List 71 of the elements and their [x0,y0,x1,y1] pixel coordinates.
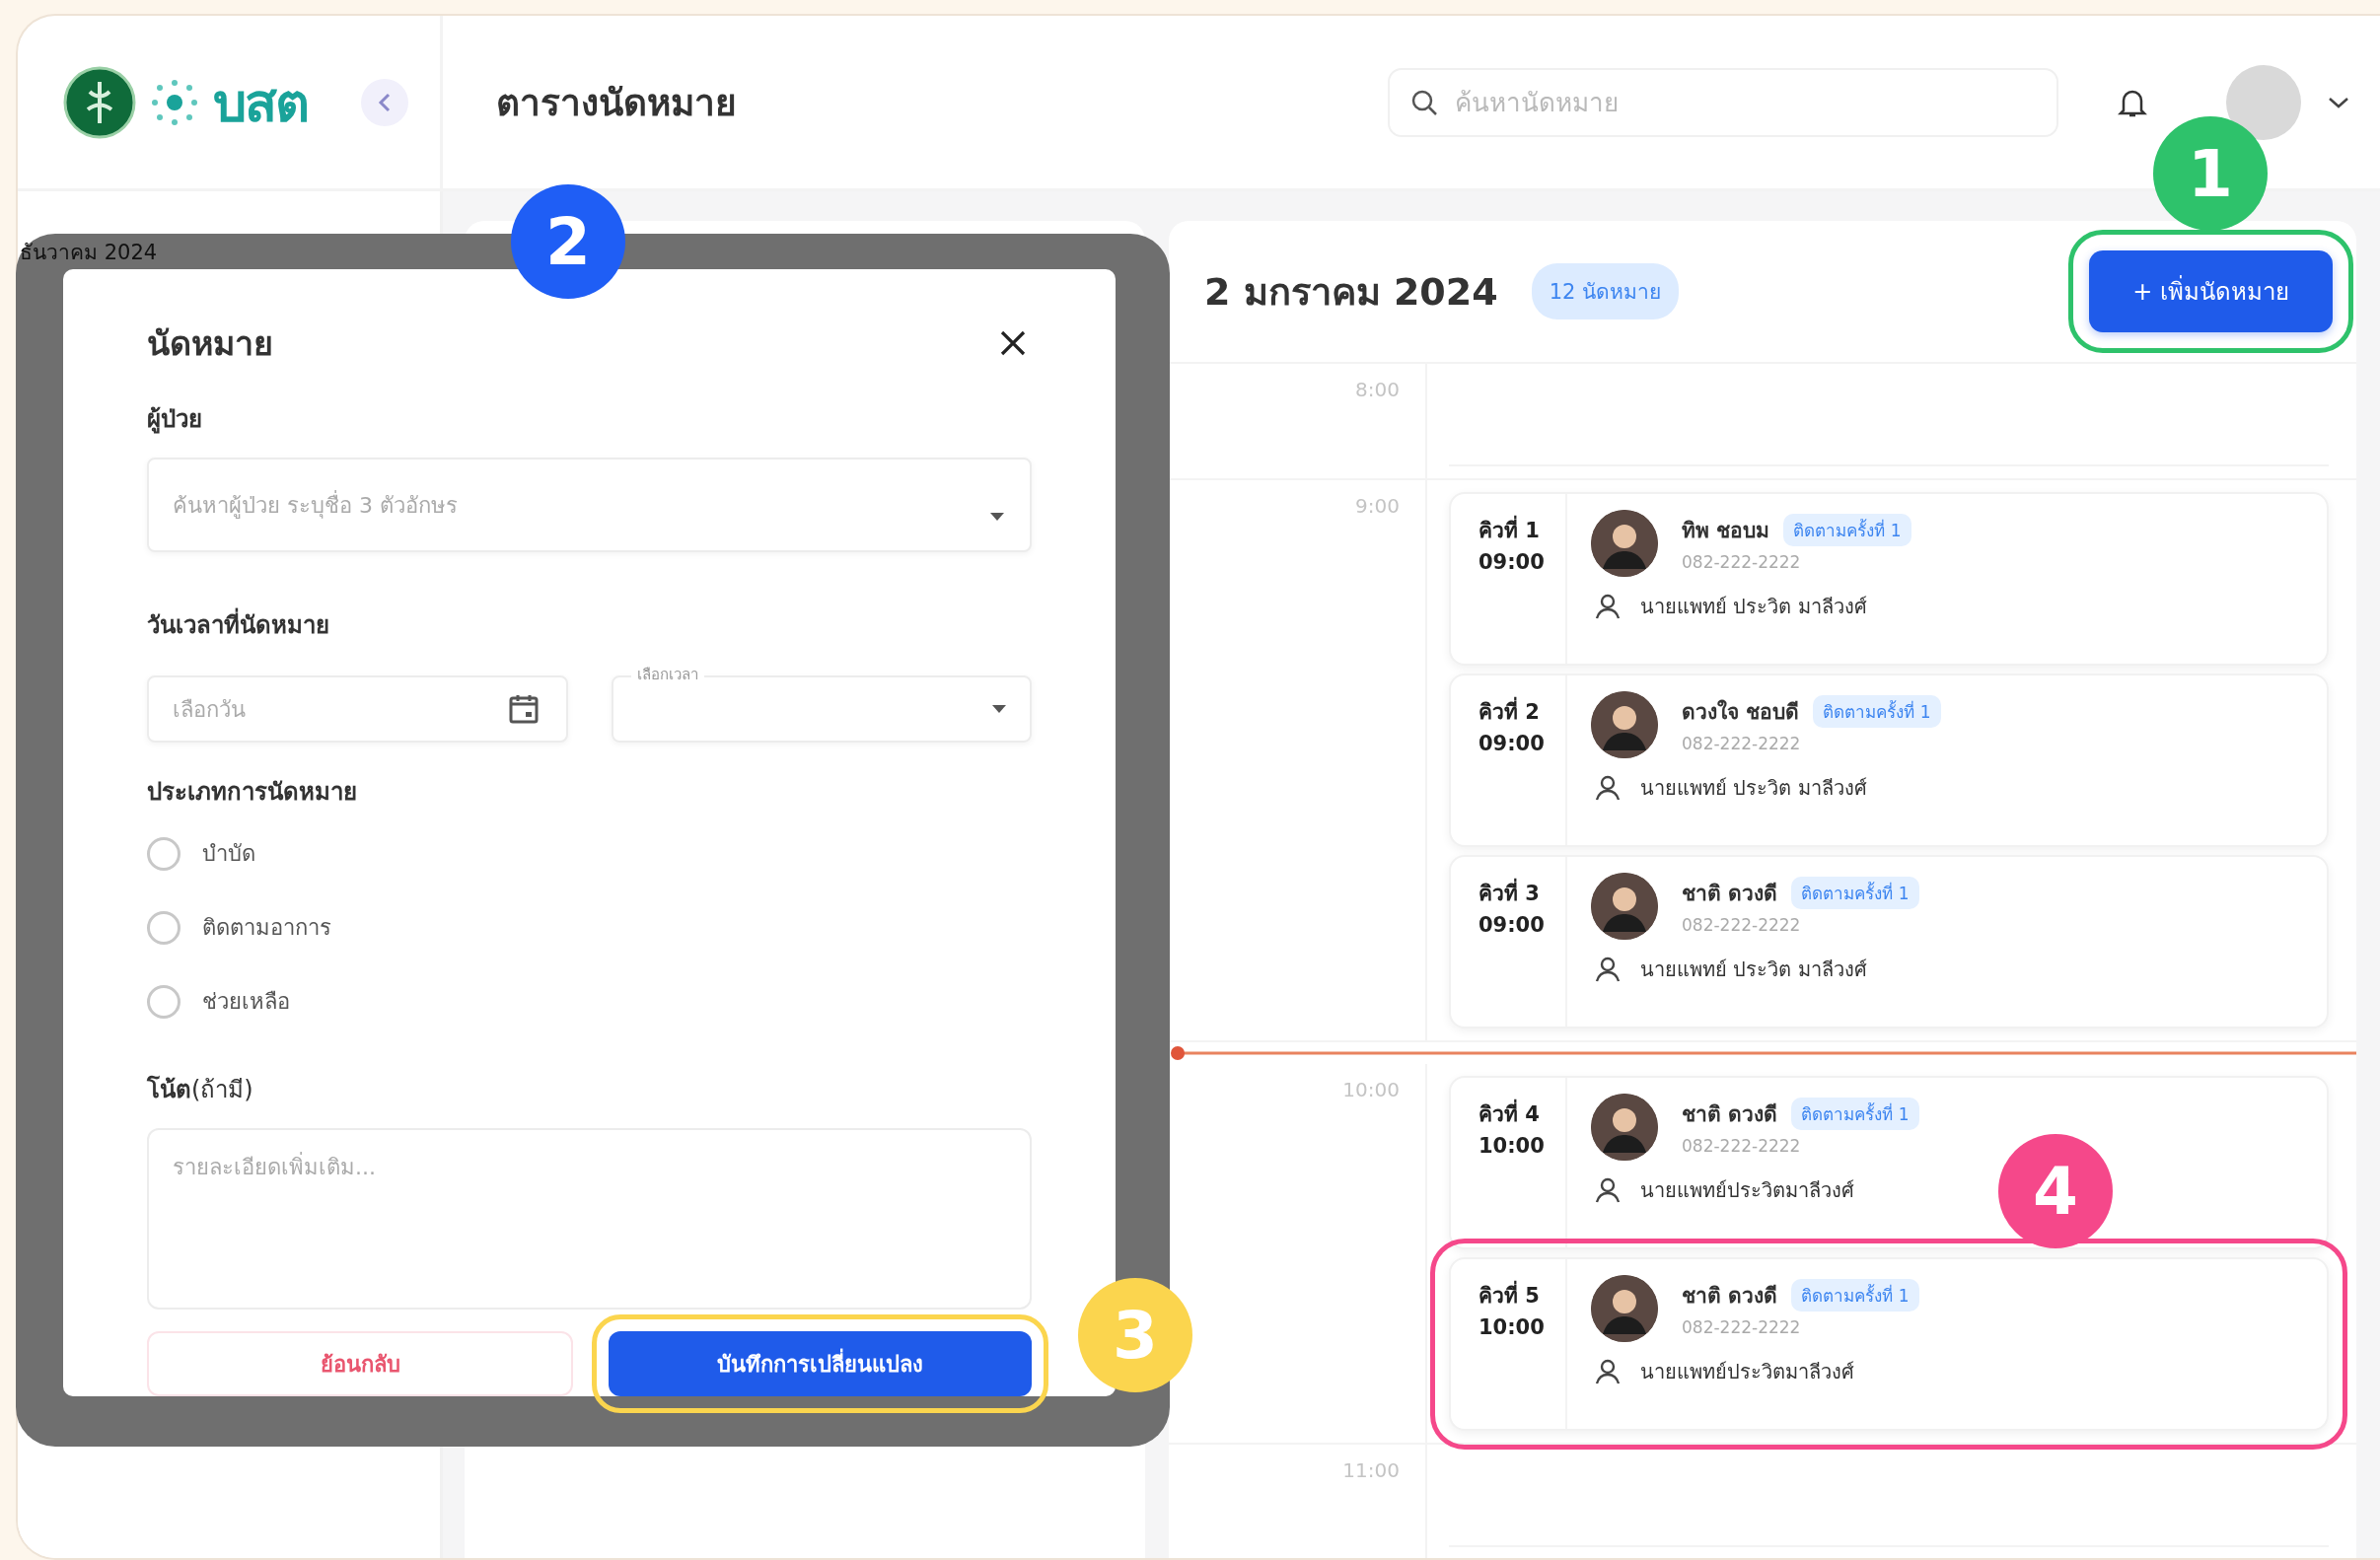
visit-tag: ติดตามครั้งที่ 1 [1783,514,1911,546]
appointment-card[interactable]: คิวที่ 2 09:00 ดวงใจ ชอบดี ติดตามครั้งที่ 1 082-222-2222 นายแพทย์ ประวิต มาลีวงศ์ [1449,674,2329,847]
queue-time: 10:00 [1478,1313,1545,1341]
note-field[interactable]: รายละเอียดเพิ่มเติม... [147,1128,1032,1310]
patient-name: ดวงใจ ชอบดี [1682,698,1800,726]
queue-number: คิวที่ 1 [1478,516,1540,547]
phone-number: 082-222-2222 [1682,1317,1802,1337]
time-label: 10:00 [1342,1078,1400,1101]
visit-tag: ติดตามครั้งที่ 1 [1813,695,1941,728]
person-icon [1595,593,1621,620]
queue-number: คิวที่ 4 [1478,1099,1540,1131]
person-icon [1595,774,1621,802]
queue-number: คิวที่ 3 [1478,879,1540,910]
visit-tag: ติดตามครั้งที่ 1 [1791,1279,1919,1312]
appointment-card[interactable]: คิวที่ 1 09:00 ทิพ ชอบม ติดตามครั้งที่ 1 082-222-2222 นายแพทย์ ประวิต มาลีวงศ์ [1449,492,2329,666]
time-label: 9:00 [1355,494,1400,518]
patient-name: ชาติ ดวงดี [1682,881,1778,907]
date-heading: 2 มกราคม 2024 [1204,269,1498,316]
queue-time: 09:00 [1478,911,1545,939]
dots-logo-icon [150,77,199,127]
close-icon [998,328,1028,358]
field-label: โน้ต(ถ้ามี) [147,1074,254,1105]
date-field[interactable]: เลือกวัน [147,675,568,743]
dialog-title: นัดหมาย [147,322,273,365]
queue-time: 09:00 [1478,730,1545,757]
avatar-silhouette-icon [1591,691,1658,758]
patient-select[interactable]: ค้นหาผู้ป่วย ระบุชื่อ 3 ตัวอักษร [147,458,1032,552]
queue-time: 09:00 [1478,548,1545,576]
person-icon [1595,1358,1621,1385]
queue-number: คิวที่ 5 [1478,1281,1540,1312]
patient-name: ทิพ ชอบม [1682,518,1770,544]
doctor-name: นายแพทย์ประวิตมาลีวงศ์ [1640,1177,1854,1204]
patient-name: ชาติ ดวงดี [1682,1101,1778,1128]
time-label: 11:00 [1342,1458,1400,1482]
caret-icon [990,513,1004,521]
doctor-name: นายแพทย์ประวิตมาลีวงศ์ [1640,1359,1854,1385]
doctor-name: นายแพทย์ ประวิต มาลีวงศ์ [1640,775,1867,802]
appointment-card[interactable]: คิวที่ 3 09:00 ชาติ ดวงดี ติดตามครั้งที่ 1 082-222-2222 นายแพทย์ ประวิต มาลีวงศ์ [1449,855,2329,1028]
count-badge: 12 นัดหมาย [1531,263,1680,319]
avatar-silhouette-icon [1591,1094,1658,1161]
page-title: ตารางนัดหมาย [496,81,737,126]
search-field[interactable]: ค้นหานัดหมาย [1388,67,2058,137]
add-appointment-button[interactable]: + เพิ่มนัดหมาย [2089,250,2333,332]
phone-number: 082-222-2222 [1682,915,1802,935]
time-label: 8:00 [1355,378,1400,401]
visit-tag: ติดตามครั้งที่ 1 [1791,877,1919,909]
person-icon [1595,1176,1621,1204]
doctor-name: นายแพทย์ ประวิต มาลีวงศ์ [1640,957,1867,983]
person-icon [1595,956,1621,983]
avatar-silhouette-icon [1591,510,1658,577]
queue-number: คิวที่ 2 [1478,697,1540,729]
radio-option[interactable]: บำบัด [147,836,1032,871]
caret-icon [992,705,1006,713]
radio-option[interactable]: ช่วยเหลือ [147,984,1032,1019]
queue-time: 10:00 [1478,1132,1545,1160]
month-label: ธันวาคม 2024 [20,240,158,266]
phone-number: 082-222-2222 [1682,1136,1802,1156]
logo-text: บสต [213,70,308,136]
field-label: วันเวลาที่นัดหมาย [147,605,1032,644]
visit-tag: ติดตามครั้งที่ 1 [1791,1098,1919,1130]
avatar-silhouette-icon [1591,1275,1658,1342]
field-label: ผู้ป่วย [147,404,203,436]
patient-name: ชาติ ดวงดี [1682,1283,1778,1310]
phone-number: 082-222-2222 [1682,552,1802,572]
avatar-silhouette-icon [1591,873,1658,940]
emblem-icon [63,65,136,139]
phone-number: 082-222-2222 [1682,734,1802,753]
radio-option[interactable]: ติดตามอาการ [147,910,1032,945]
doctor-name: นายแพทย์ ประวิต มาลีวงศ์ [1640,594,1867,620]
save-button[interactable]: บันทึกการเปลี่ยนแปลง [609,1331,1032,1396]
field-label: ประเภทการนัดหมาย [147,777,358,808]
